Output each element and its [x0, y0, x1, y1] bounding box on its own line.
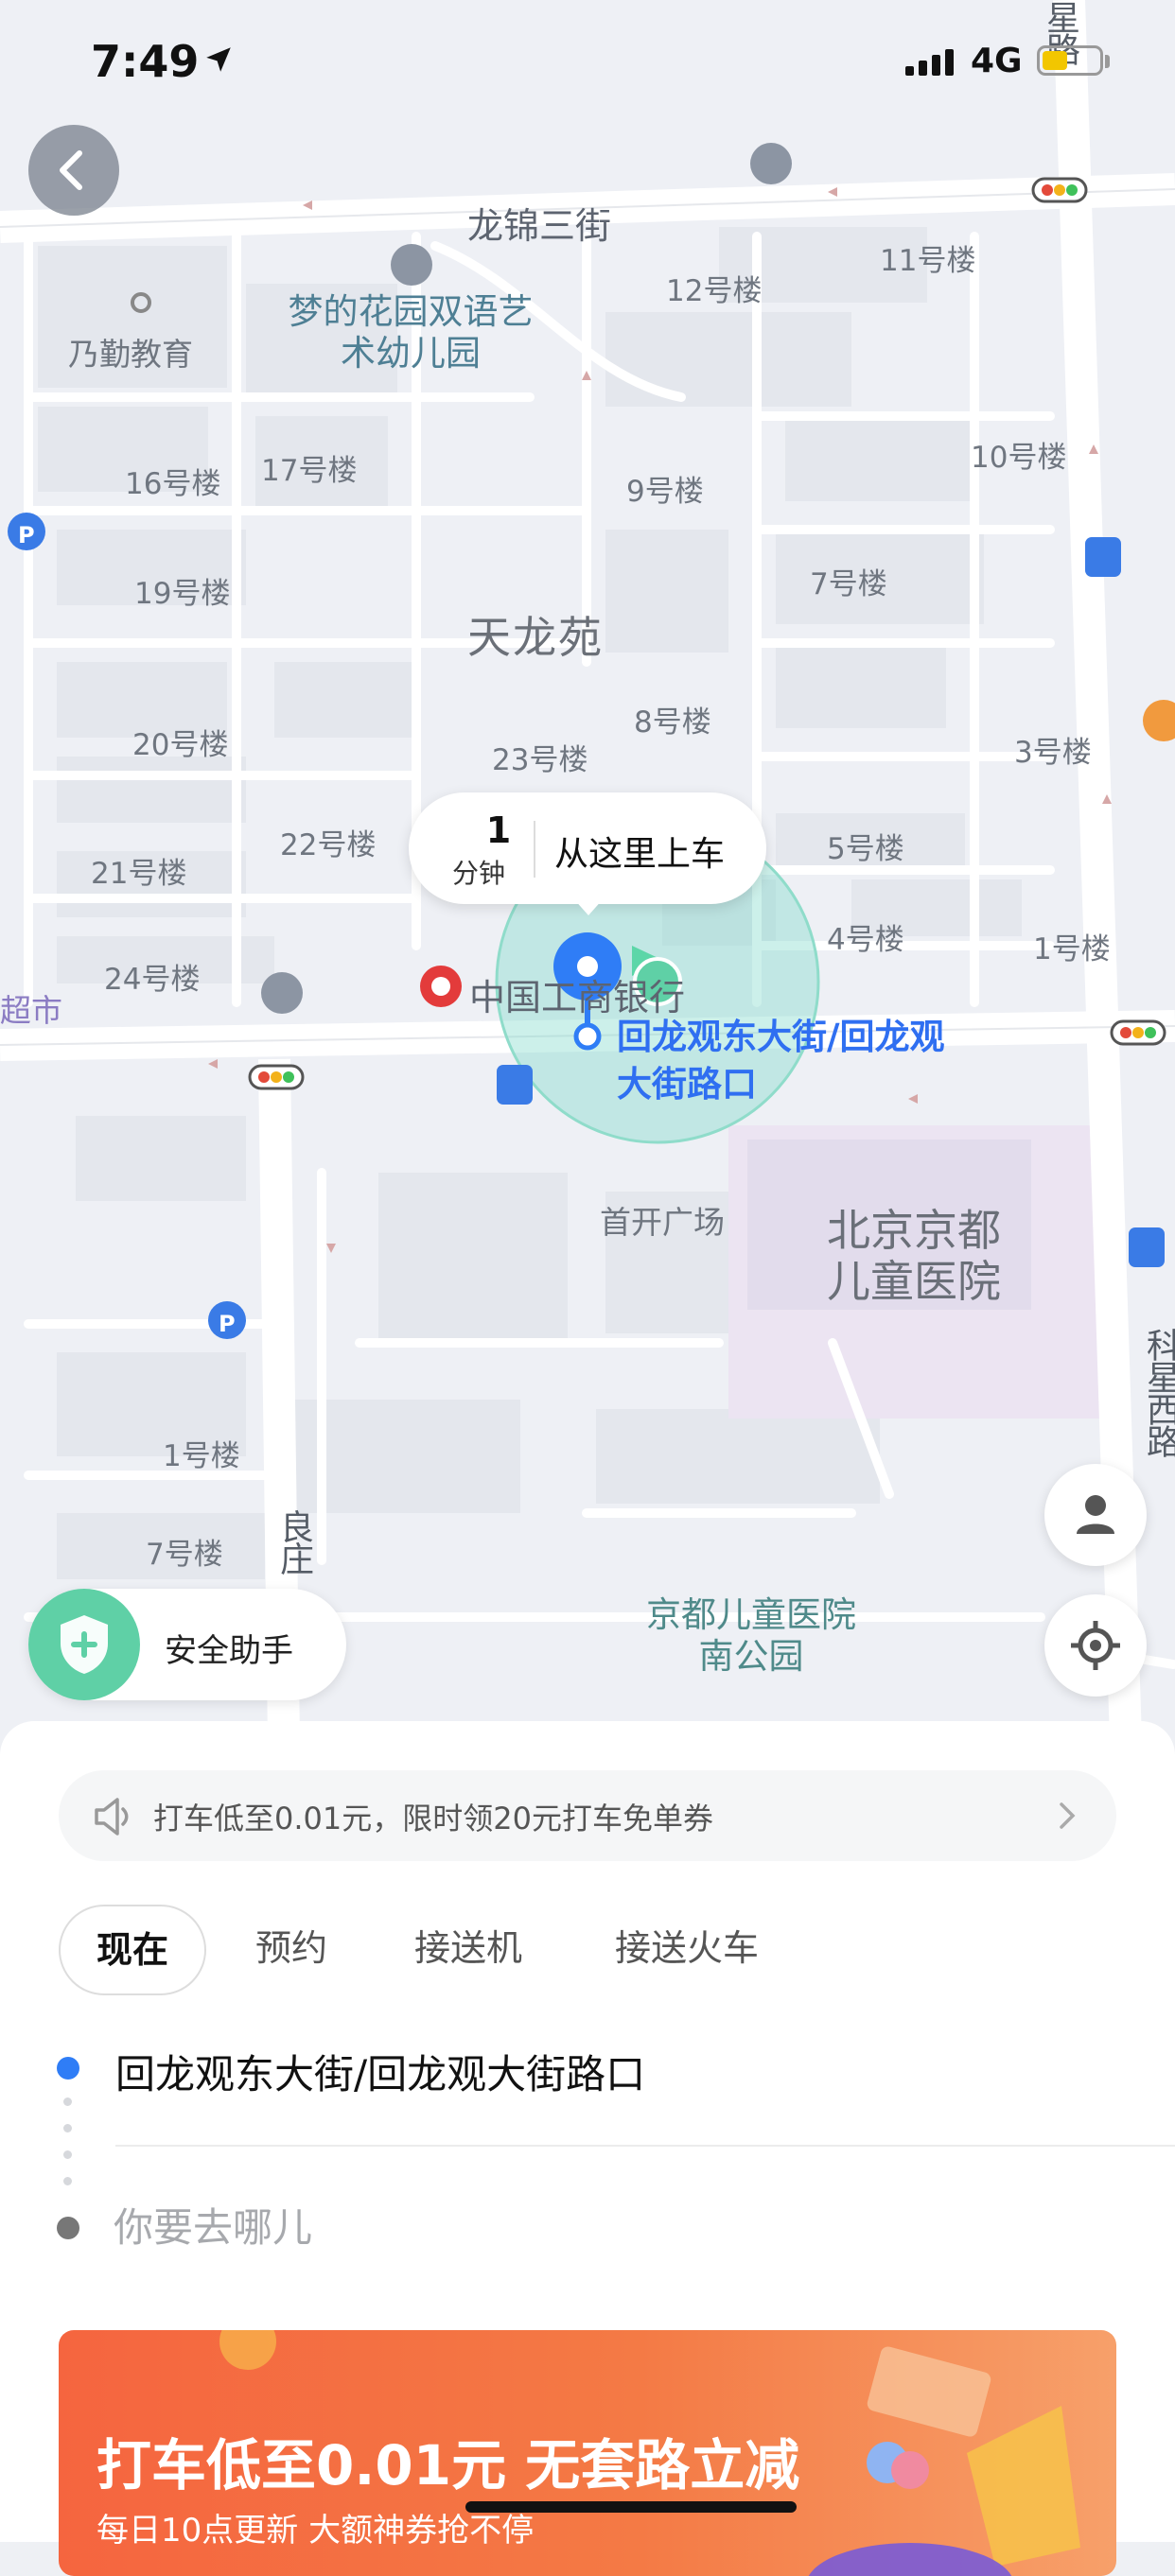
building-label: 11号楼 — [880, 244, 976, 278]
area-title: 天龙苑 — [467, 612, 604, 663]
pickup-here-label: 从这里上车 — [554, 835, 726, 874]
building-label: 22号楼 — [280, 828, 377, 862]
status-bar: 7:49 4G — [0, 0, 1175, 123]
bubble-divider — [534, 821, 535, 878]
chevron-left-icon — [60, 150, 82, 190]
promo-notice-text: 打车低至0.01元，限时领20元打车免单券 — [153, 1801, 713, 1836]
destination-dot — [57, 2217, 79, 2239]
tab-reserve[interactable]: 预约 — [255, 1905, 327, 1992]
building-label: 7号楼 — [146, 1538, 223, 1572]
route-dot — [63, 2150, 72, 2159]
tab-now[interactable]: 现在 — [59, 1905, 207, 1995]
origin-field[interactable]: 回龙观东大街/回龙观大街路口 — [115, 2043, 645, 2100]
tab-airport[interactable]: 接送机 — [414, 1905, 522, 1992]
poi-hospital[interactable]: 北京京都儿童医院 — [810, 1205, 1018, 1307]
user-center-button[interactable] — [1044, 1464, 1147, 1566]
building-label: 1号楼 — [163, 1439, 240, 1473]
signal-bars-icon — [905, 49, 954, 76]
speaker-icon — [95, 1798, 129, 1836]
building-label: 23号楼 — [492, 743, 588, 777]
poi-education[interactable]: 乃勤教育 — [68, 329, 193, 374]
building-label: 1号楼 — [1033, 932, 1111, 966]
battery-icon — [1037, 45, 1103, 76]
poi-supermarket[interactable]: 超市 — [0, 985, 62, 1031]
poi-bank[interactable]: 中国工商银行 — [469, 968, 685, 1020]
home-indicator — [465, 2501, 797, 2513]
network-type: 4G — [971, 42, 1023, 80]
pickup-bubble[interactable]: 1 分钟 从这里上车 — [409, 792, 766, 904]
route-dot — [63, 2124, 72, 2132]
route-dot — [63, 2177, 72, 2185]
clock: 7:49 — [91, 36, 200, 87]
eta-minutes: 1 — [485, 809, 512, 851]
building-label: 9号楼 — [626, 475, 704, 509]
origin-dot — [57, 2057, 79, 2080]
poi-plaza[interactable]: 首开广场 — [600, 1197, 725, 1243]
location-arrow-icon — [206, 47, 231, 72]
building-label: 5号楼 — [827, 832, 904, 866]
building-label: 19号楼 — [134, 577, 231, 611]
building-label: 4号楼 — [827, 923, 904, 957]
back-button[interactable] — [28, 125, 119, 216]
promo-banner[interactable]: 打车低至0.01元 无套路立减 每日10点更新 大额神券抢不停 — [59, 2330, 1116, 2576]
road-label: 良庄 — [274, 1509, 313, 1574]
shield-icon — [28, 1589, 140, 1700]
poi-park[interactable]: 京都儿童医院南公园 — [640, 1594, 863, 1678]
svg-text:P: P — [219, 1311, 236, 1337]
building-label: 10号楼 — [971, 441, 1067, 475]
locate-me-button[interactable] — [1044, 1594, 1147, 1697]
poi-kindergarten[interactable]: 梦的花园双语艺术幼儿园 — [288, 291, 534, 374]
building-label: 7号楼 — [810, 567, 887, 601]
road-label: 龙锦三街 — [467, 205, 612, 247]
chevron-right-icon — [1060, 1802, 1076, 1829]
building-label: 8号楼 — [634, 705, 711, 740]
eta-unit: 分钟 — [452, 858, 506, 889]
building-label: 21号楼 — [91, 857, 187, 891]
battery-tip — [1105, 55, 1110, 68]
building-label: 16号楼 — [125, 467, 221, 501]
safety-assistant-button[interactable]: 安全助手 — [28, 1589, 346, 1700]
building-label: 24号楼 — [104, 963, 201, 997]
pickup-location-label: 回龙观东大街/回龙观大街路口 — [617, 1017, 945, 1105]
divider — [115, 2145, 1175, 2147]
banner-title: 打车低至0.01元 无套路立减 — [96, 2433, 800, 2498]
promo-notice-bar[interactable]: 打车低至0.01元，限时领20元打车免单券 — [59, 1770, 1116, 1861]
road-label: 科星西路 — [1141, 1328, 1175, 1456]
safety-assistant-label: 安全助手 — [165, 1632, 293, 1670]
building-label: 17号楼 — [261, 454, 358, 488]
destination-input[interactable] — [112, 2198, 967, 2256]
svg-text:P: P — [18, 522, 35, 548]
route-dot — [63, 2097, 72, 2106]
building-label: 3号楼 — [1014, 736, 1092, 770]
crosshair-icon — [1071, 1621, 1120, 1670]
building-label: 20号楼 — [132, 728, 229, 762]
person-icon — [1077, 1495, 1114, 1534]
building-label: 12号楼 — [666, 274, 763, 308]
bubble-tail — [573, 898, 604, 915]
tab-train[interactable]: 接送火车 — [615, 1905, 759, 1992]
